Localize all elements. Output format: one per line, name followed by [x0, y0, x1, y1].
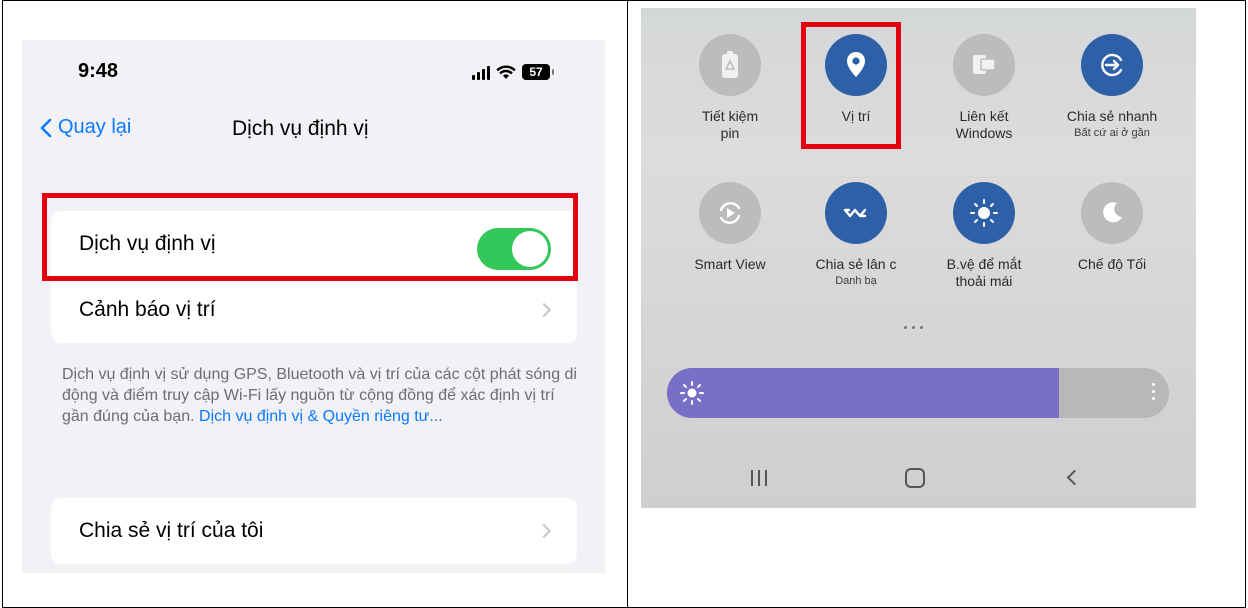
tile-eye-comfort[interactable]: B.vệ để mắt thoải mái [919, 182, 1049, 290]
recent-apps-button[interactable] [751, 470, 767, 486]
tile-label: Smart View [694, 256, 766, 272]
status-icons: 57 [472, 62, 554, 80]
dark-mode-icon [1081, 182, 1143, 244]
tile-dark-mode[interactable]: Chế độ Tối [1047, 182, 1177, 273]
battery-icon: 57 [522, 64, 554, 80]
tile-label: Tiết kiệm pin [701, 108, 759, 141]
tile-sublabel: Danh bạ [835, 275, 877, 287]
tile-label: Chế độ Tối [1077, 256, 1147, 272]
battery-saver-icon [699, 34, 761, 96]
privacy-link[interactable]: Dịch vụ định vị & Quyền riêng tư... [199, 408, 443, 425]
tile-sublabel: Bất cứ ai ở gần [1074, 127, 1150, 139]
tile-quick-share[interactable]: Chia sẻ nhanh Bất cứ ai ở gần [1047, 34, 1177, 141]
share-location-label: Chia sẻ vị trí của tôi [79, 519, 264, 542]
back-label: Quay lại [58, 116, 132, 138]
nearby-share-icon [825, 182, 887, 244]
chevron-right-icon [536, 302, 552, 318]
link-windows-icon [953, 34, 1015, 96]
chevron-right-icon [536, 523, 552, 539]
page-indicator-dots [904, 326, 923, 329]
tile-battery-saver[interactable]: Tiết kiệm pin [665, 34, 795, 142]
back-button[interactable]: Quay lại [40, 116, 131, 139]
chevron-left-icon [40, 118, 52, 137]
settings-group-share: Chia sẻ vị trí của tôi [51, 498, 577, 564]
brightness-slider[interactable] [667, 368, 1169, 418]
highlight-box-location-services [42, 193, 578, 281]
tile-smart-view[interactable]: Smart View [665, 182, 795, 273]
page-title: Dịch vụ định vị [232, 117, 369, 140]
eye-comfort-icon [953, 182, 1015, 244]
tile-nearby-share[interactable]: Chia sẻ lân c Danh bạ [791, 182, 921, 289]
back-nav-button[interactable] [1066, 469, 1083, 486]
tile-link-windows[interactable]: Liên kết Windows [919, 34, 1049, 142]
brightness-sun-icon [679, 380, 705, 411]
tile-label: B.vệ để mắt thoải mái [946, 256, 1022, 289]
location-alerts-row[interactable]: Cảnh báo vị trí [51, 277, 577, 343]
location-services-footnote: Dịch vụ định vị sử dụng GPS, Bluetooth v… [62, 364, 582, 427]
ios-location-settings-screen: 9:48 57 Quay lại Dịch vụ định vị Dịch vụ… [22, 40, 605, 573]
highlight-box-location-tile [801, 22, 901, 149]
cellular-signal-icon [472, 66, 490, 80]
android-navigation-bar [641, 458, 1196, 498]
tile-label: Liên kết Windows [955, 108, 1013, 141]
brightness-fill [667, 368, 1059, 418]
home-button[interactable] [905, 468, 925, 488]
tile-label: Chia sẻ nhanh [1066, 108, 1158, 124]
more-options-icon[interactable] [1152, 383, 1155, 400]
android-quick-settings-panel: Tiết kiệm pin Vị trí Liên kết Windows Ch… [641, 8, 1196, 508]
smart-view-icon [699, 182, 761, 244]
status-time: 9:48 [78, 60, 119, 82]
share-location-row[interactable]: Chia sẻ vị trí của tôi [51, 498, 577, 564]
tile-label: Chia sẻ lân c [815, 256, 897, 272]
location-alerts-label: Cảnh báo vị trí [79, 298, 216, 321]
quick-share-icon [1081, 34, 1143, 96]
wifi-icon [496, 65, 516, 80]
